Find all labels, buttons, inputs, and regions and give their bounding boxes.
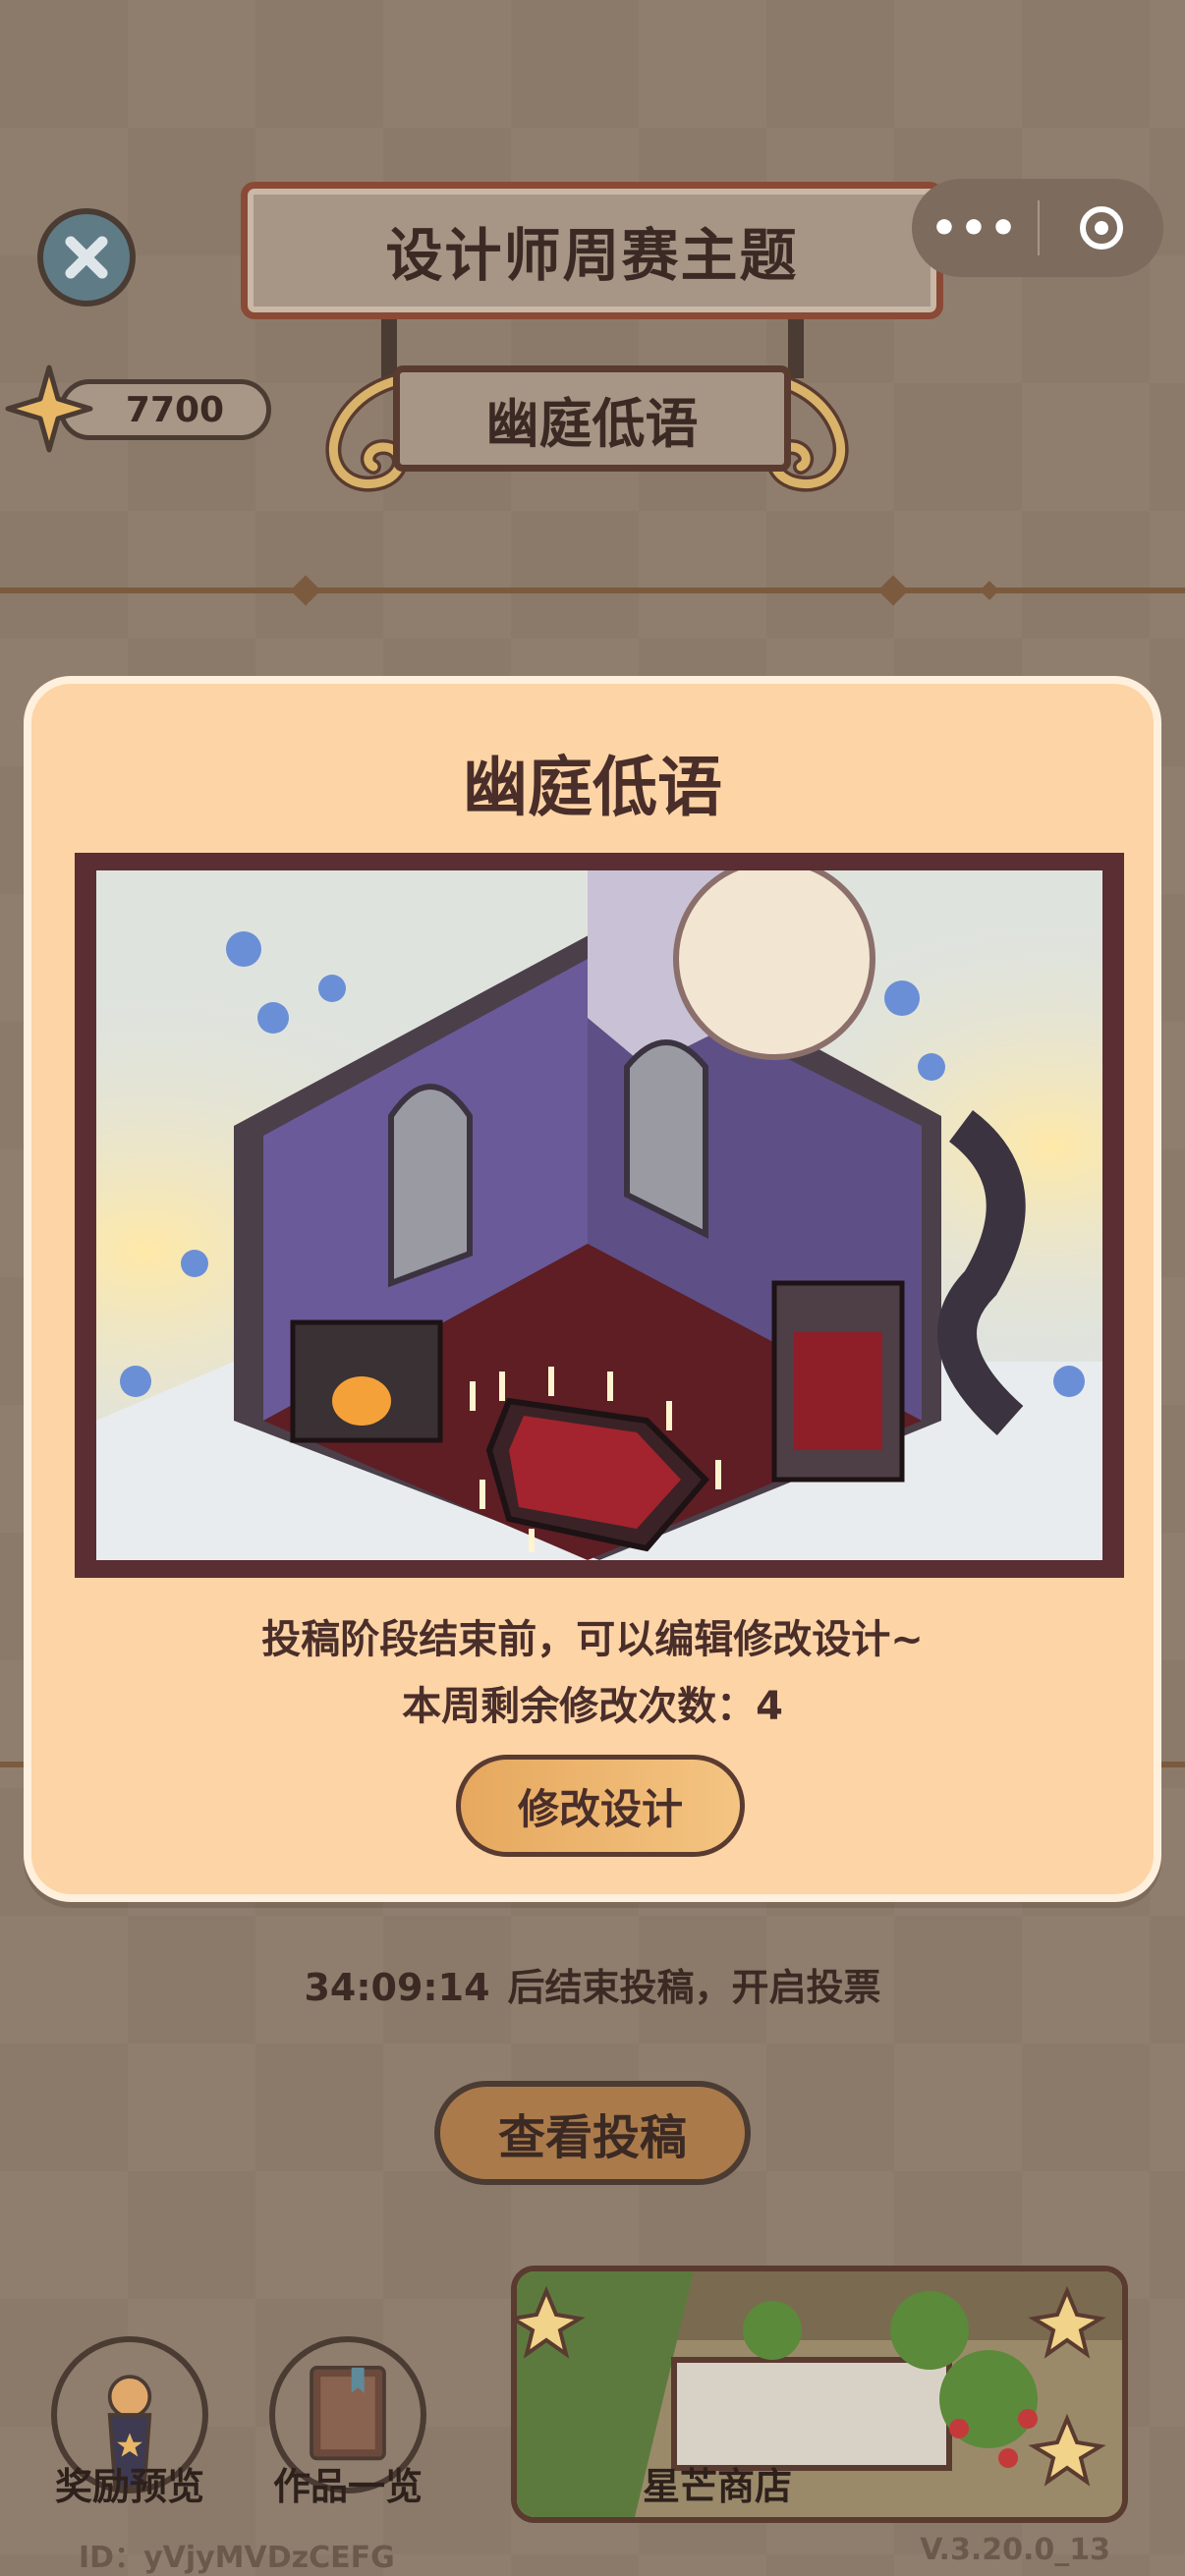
view-submissions-label: 查看投稿 [497,2110,687,2165]
edit-note: 投稿阶段结束前，可以编辑修改设计~ [261,1617,924,1662]
app-version: V.3.20.0_13 [920,2533,1110,2567]
theme-plaque: 幽庭低语 [393,365,791,472]
theme-name: 幽庭低语 [485,392,699,455]
close-icon [65,236,108,279]
countdown-time: 34:09:14 [304,1966,490,2009]
modify-design-label: 修改设计 [517,1784,683,1833]
design-preview-image[interactable] [96,870,1102,1560]
shop-label: 星芒商店 [642,2465,792,2508]
modal-title: 幽庭低语 [463,750,722,825]
top-rail [0,588,1185,593]
target-icon [1080,206,1123,250]
modify-design-button[interactable]: 修改设计 [456,1755,745,1857]
close-button[interactable] [37,208,136,307]
rewards-preview-label: 奖励预览 [54,2465,204,2508]
contest-title-plaque: 设计师周赛主题 [241,182,943,319]
remaining-edits: 本周剩余修改次数：4 [402,1684,783,1729]
countdown-text: 后结束投稿，开启投票 [507,1966,881,2009]
exit-miniprogram-button[interactable] [1040,206,1163,250]
works-overview-label: 作品一览 [272,2465,423,2508]
miniprogram-capsule: ••• [912,179,1163,277]
design-modal: 幽庭低语 投稿阶段结束前，可以编辑修改设计~ 本周剩余修改次数：4 修改设计 [24,676,1161,1902]
star-count: 7700 [125,389,225,430]
more-icon[interactable]: ••• [912,203,1038,253]
player-id: ID：yVjyMVDzCEFG [79,2541,395,2575]
contest-title: 设计师周赛主题 [385,222,799,289]
view-submissions-button[interactable]: 查看投稿 [434,2081,751,2185]
submission-countdown: 34:09:14 后结束投稿，开启投票 [0,1957,1185,2011]
design-preview-frame [75,853,1124,1578]
star-icon [5,364,93,453]
